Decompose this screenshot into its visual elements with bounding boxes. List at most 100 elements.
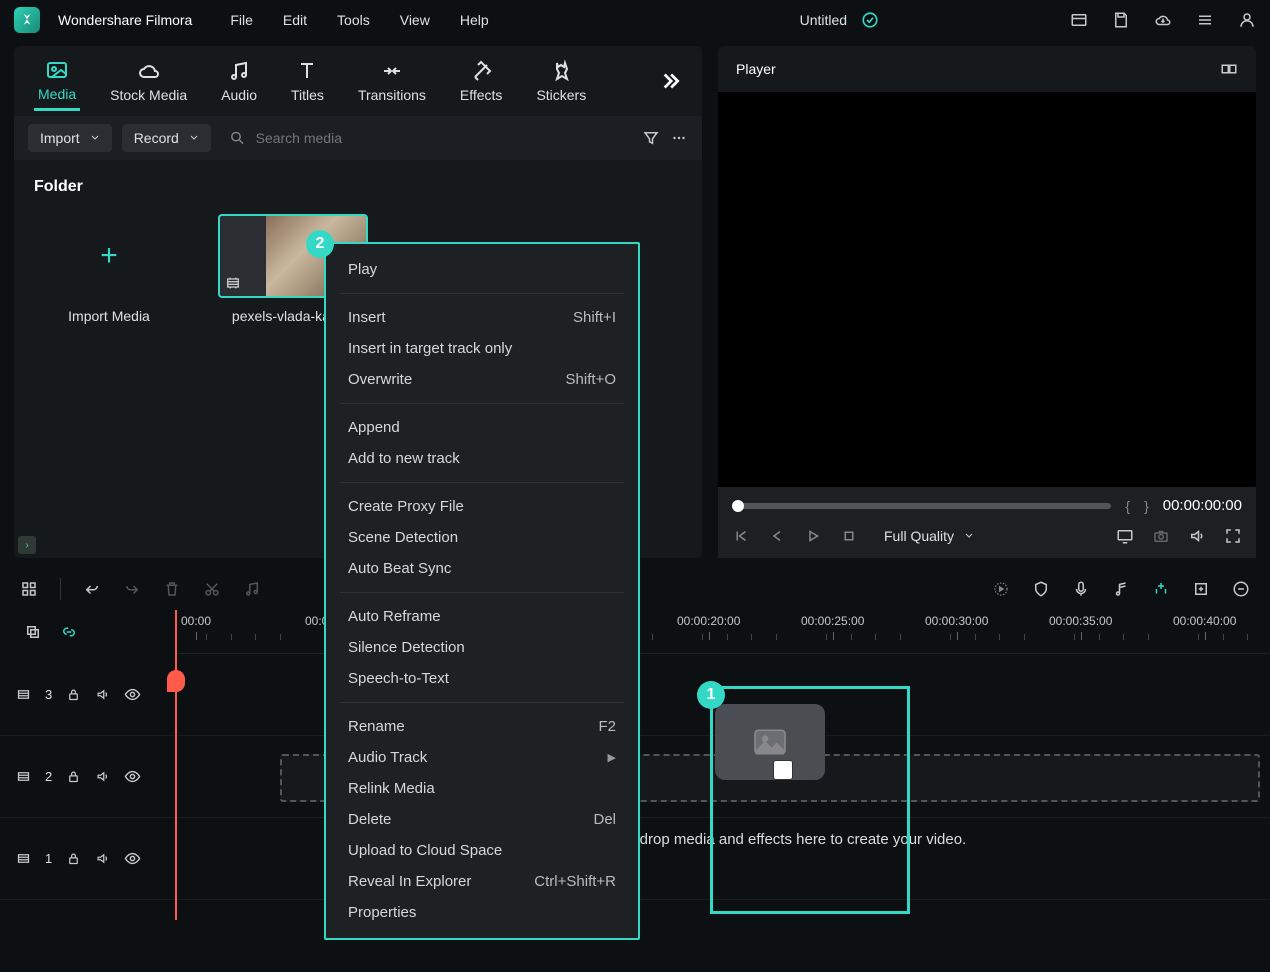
context-menu-separator	[340, 293, 624, 294]
quality-dropdown[interactable]: Full Quality	[876, 524, 982, 548]
display-icon[interactable]	[1116, 527, 1134, 545]
annotation-bubble-2: 2	[306, 230, 334, 258]
stock-media-icon	[137, 59, 161, 83]
context-menu-item[interactable]: Create Proxy File	[326, 491, 638, 522]
context-menu-label: Play	[348, 261, 377, 278]
save-icon[interactable]	[1112, 11, 1130, 29]
import-dropdown[interactable]: Import	[28, 124, 112, 152]
player-scrubber[interactable]	[732, 503, 1111, 509]
context-menu-item[interactable]: Upload to Cloud Space	[326, 835, 638, 866]
tab-media[interactable]: Media	[34, 52, 80, 111]
filmstrip-icon	[16, 769, 31, 784]
zoom-out-icon[interactable]	[1232, 580, 1250, 598]
music-icon[interactable]	[243, 580, 261, 598]
menu-edit[interactable]: Edit	[283, 12, 307, 28]
delete-icon[interactable]	[163, 580, 181, 598]
search-input[interactable]	[256, 130, 624, 146]
duplicate-icon[interactable]	[24, 623, 42, 641]
context-menu-item[interactable]: Audio Track▶	[326, 742, 638, 773]
menu-tools[interactable]: Tools	[337, 12, 370, 28]
context-menu-item[interactable]: Append	[326, 412, 638, 443]
speaker-icon[interactable]	[95, 851, 110, 866]
context-menu-item[interactable]: OverwriteShift+O	[326, 364, 638, 395]
context-menu-item[interactable]: Speech-to-Text	[326, 663, 638, 694]
cut-icon[interactable]	[203, 580, 221, 598]
fullscreen-icon[interactable]	[1224, 527, 1242, 545]
context-menu-label: Add to new track	[348, 450, 460, 467]
context-menu-item[interactable]: DeleteDel	[326, 804, 638, 835]
context-menu-label: Append	[348, 419, 400, 436]
compare-icon[interactable]	[1220, 60, 1238, 78]
music-note-icon[interactable]	[1112, 580, 1130, 598]
menu-view[interactable]: View	[400, 12, 430, 28]
marker-shield-icon[interactable]	[1032, 580, 1050, 598]
context-menu-item[interactable]: Silence Detection	[326, 632, 638, 663]
user-icon[interactable]	[1238, 11, 1256, 29]
speaker-icon[interactable]	[95, 687, 110, 702]
render-icon[interactable]	[992, 580, 1010, 598]
eye-icon[interactable]	[124, 768, 141, 785]
tab-stock-media[interactable]: Stock Media	[106, 53, 191, 109]
filter-icon[interactable]	[642, 129, 660, 147]
context-menu-item[interactable]: Reveal In ExplorerCtrl+Shift+R	[326, 866, 638, 897]
context-menu-item[interactable]: Auto Beat Sync	[326, 553, 638, 584]
mic-icon[interactable]	[1072, 580, 1090, 598]
audio-icon	[227, 59, 251, 83]
tab-effects-label: Effects	[460, 87, 503, 103]
context-menu-item[interactable]: InsertShift+I	[326, 302, 638, 333]
stop-icon[interactable]	[840, 527, 858, 545]
lock-icon[interactable]	[66, 769, 81, 784]
project-title: Untitled	[800, 12, 847, 28]
step-back-icon[interactable]	[768, 527, 786, 545]
menu-help[interactable]: Help	[460, 12, 489, 28]
play-icon[interactable]	[804, 527, 822, 545]
more-icon[interactable]	[670, 129, 688, 147]
media-icon	[45, 58, 69, 82]
player-panel: Player { } 00:00:00:00 Full Quality	[718, 46, 1256, 558]
tab-titles[interactable]: Titles	[287, 53, 328, 109]
hamburger-icon[interactable]	[1196, 11, 1214, 29]
import-media-tile[interactable]: + Import Media	[34, 214, 184, 324]
context-menu-label: Scene Detection	[348, 529, 458, 546]
context-menu-item[interactable]: Auto Reframe	[326, 601, 638, 632]
context-menu-item[interactable]: Play	[326, 254, 638, 285]
context-menu-item[interactable]: Insert in target track only	[326, 333, 638, 364]
playhead[interactable]	[175, 610, 177, 920]
link-icon[interactable]	[60, 623, 78, 641]
expand-handle[interactable]: ›	[18, 536, 36, 554]
lock-icon[interactable]	[66, 851, 81, 866]
context-menu-item[interactable]: RenameF2	[326, 711, 638, 742]
player-controls: { } 00:00:00:00 Full Quality	[718, 487, 1256, 558]
redo-icon[interactable]	[123, 580, 141, 598]
tab-audio[interactable]: Audio	[217, 53, 261, 109]
eye-icon[interactable]	[124, 850, 141, 867]
tabs-more-icon[interactable]	[656, 68, 682, 94]
undo-icon[interactable]	[83, 580, 101, 598]
player-title: Player	[736, 61, 776, 77]
snapshot-icon[interactable]	[1152, 527, 1170, 545]
context-menu-item[interactable]: Scene Detection	[326, 522, 638, 553]
marker-add-icon[interactable]	[1192, 580, 1210, 598]
cloud-download-icon[interactable]	[1154, 11, 1172, 29]
prev-icon[interactable]	[732, 527, 750, 545]
record-dropdown[interactable]: Record	[122, 124, 211, 152]
context-menu-item[interactable]: Relink Media	[326, 773, 638, 804]
tab-stickers[interactable]: Stickers	[532, 53, 590, 109]
menu-file[interactable]: File	[230, 12, 253, 28]
volume-icon[interactable]	[1188, 527, 1206, 545]
context-menu-item[interactable]: Add to new track	[326, 443, 638, 474]
lock-icon[interactable]	[66, 687, 81, 702]
markin-brace[interactable]: {	[1125, 498, 1130, 514]
speaker-icon[interactable]	[95, 769, 110, 784]
tab-effects[interactable]: Effects	[456, 53, 507, 109]
grid-icon[interactable]	[20, 580, 38, 598]
tab-transitions[interactable]: Transitions	[354, 53, 430, 109]
tab-audio-label: Audio	[221, 87, 257, 103]
app-logo	[14, 7, 40, 33]
magnet-icon[interactable]	[1152, 580, 1170, 598]
markout-brace[interactable]: }	[1144, 498, 1149, 514]
context-menu-item[interactable]: Properties	[326, 897, 638, 928]
layout-icon[interactable]	[1070, 11, 1088, 29]
player-view[interactable]	[718, 92, 1256, 487]
eye-icon[interactable]	[124, 686, 141, 703]
